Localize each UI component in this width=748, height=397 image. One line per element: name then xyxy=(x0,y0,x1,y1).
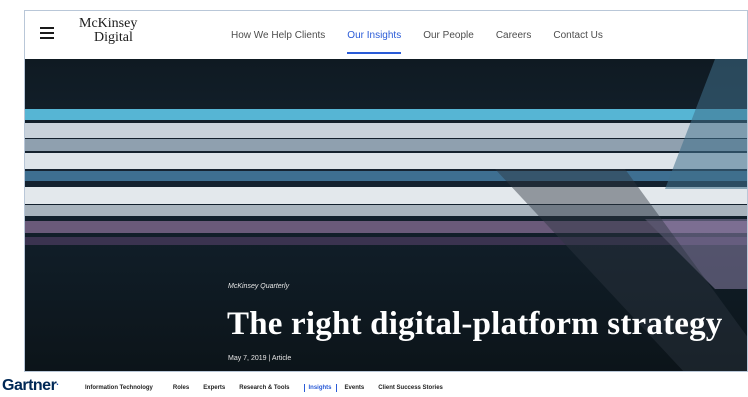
article-meta: May 7, 2019 | Article xyxy=(228,355,292,362)
gartner-logo-text: Gartner xyxy=(2,377,57,394)
gartner-nav-experts[interactable]: Experts xyxy=(203,385,225,391)
nav-contact-us[interactable]: Contact Us xyxy=(553,30,602,41)
nav-our-insights[interactable]: Our Insights xyxy=(347,30,401,54)
gartner-nav-events[interactable]: Events xyxy=(345,385,365,391)
nav-careers[interactable]: Careers xyxy=(496,30,532,41)
article-title: The right digital-platform strategy xyxy=(227,306,723,342)
gartner-nav-client-success-stories[interactable]: Client Success Stories xyxy=(378,385,443,391)
article-eyebrow[interactable]: McKinsey Quarterly xyxy=(228,283,289,290)
gartner-nav-insights[interactable]: Insights xyxy=(309,385,332,391)
hamburger-menu-icon[interactable] xyxy=(40,27,54,39)
gartner-nav-research-tools[interactable]: Research & Tools xyxy=(239,385,289,391)
nav-our-people[interactable]: Our People xyxy=(423,30,474,41)
nav-how-we-help-clients[interactable]: How We Help Clients xyxy=(231,30,325,41)
gartner-nav-information-technology[interactable]: Information Technology xyxy=(85,385,153,391)
site-header: McKinsey Digital How We Help Clients Our… xyxy=(25,11,747,59)
hero-banner: McKinsey Quarterly The right digital-pla… xyxy=(25,59,747,371)
logo-line-1: McKinsey xyxy=(79,16,138,31)
nav-divider xyxy=(335,384,337,392)
main-nav: How We Help Clients Our Insights Our Peo… xyxy=(231,30,625,54)
mckinsey-page-screenshot: McKinsey Digital How We Help Clients Our… xyxy=(24,10,748,372)
gartner-nav-bar: Gartner. Information Technology Roles Ex… xyxy=(0,375,748,397)
mckinsey-digital-logo[interactable]: McKinsey Digital xyxy=(79,17,137,45)
gartner-logo[interactable]: Gartner. xyxy=(2,377,59,395)
gartner-nav-roles[interactable]: Roles xyxy=(173,385,189,391)
logo-line-2: Digital xyxy=(94,30,133,45)
gartner-nav: Information Technology Roles Experts Res… xyxy=(85,384,457,392)
nav-divider xyxy=(303,384,305,392)
